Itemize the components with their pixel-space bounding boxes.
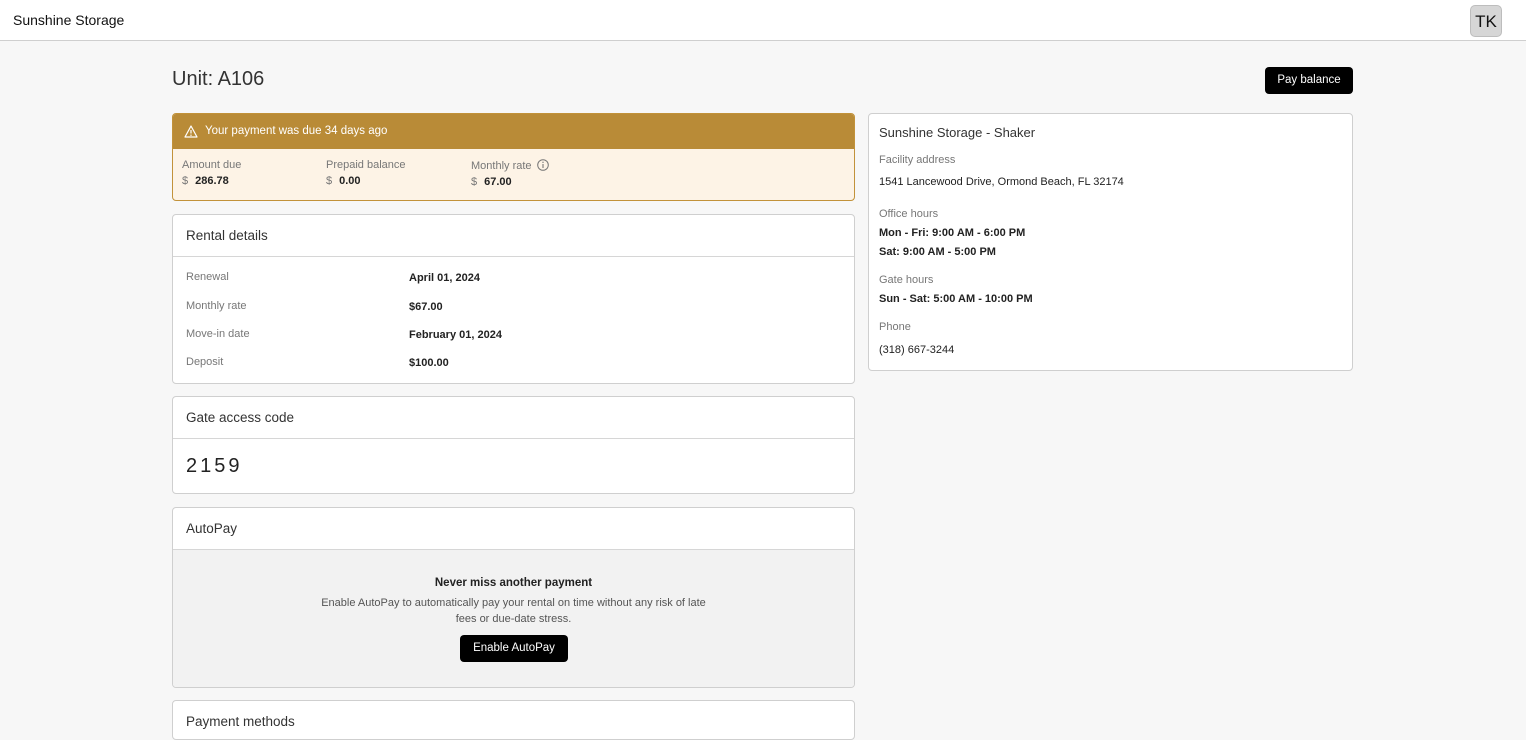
deposit-value: $100.00	[409, 357, 449, 369]
gate-hours-value: Sun - Sat: 5:00 AM - 10:00 PM	[879, 293, 1033, 305]
phone-label: Phone	[879, 321, 911, 333]
amount-due-stat: Amount due $286.78	[182, 159, 241, 187]
warning-icon	[184, 125, 198, 138]
gate-access-code: 2159	[186, 455, 243, 477]
monthly-rate-value: 67.00	[484, 176, 512, 188]
renewal-value: April 01, 2024	[409, 272, 480, 284]
stat-label: Prepaid balance	[326, 159, 406, 171]
gate-hours-label: Gate hours	[879, 274, 934, 286]
user-avatar[interactable]: TK	[1470, 5, 1502, 37]
currency-symbol: $	[326, 175, 333, 187]
prepaid-balance-stat: Prepaid balance $0.00	[326, 159, 406, 187]
facility-name: Sunshine Storage - Shaker	[879, 125, 1036, 140]
card-title: Gate access code	[173, 397, 854, 439]
autopay-body: Never miss another payment Enable AutoPa…	[173, 550, 854, 687]
renewal-label: Renewal	[186, 271, 229, 283]
office-hours-saturday: Sat: 9:00 AM - 5:00 PM	[879, 246, 996, 258]
top-bar: Sunshine Storage TK	[0, 0, 1526, 41]
amount-due-value: 286.78	[195, 175, 229, 187]
office-hours-weekday: Mon - Fri: 9:00 AM - 6:00 PM	[879, 227, 1026, 239]
payment-methods-card: Payment methods	[172, 700, 855, 740]
pay-balance-button[interactable]: Pay balance	[1265, 67, 1353, 94]
move-in-date-label: Move-in date	[186, 328, 250, 340]
enable-autopay-button[interactable]: Enable AutoPay	[460, 635, 568, 662]
payment-overdue-banner: Your payment was due 34 days ago	[173, 114, 854, 149]
page-title: Unit: A106	[172, 68, 265, 90]
card-title: Payment methods	[173, 701, 854, 739]
monthly-rate-stat: Monthly rate $67.00	[471, 159, 549, 188]
card-title: AutoPay	[173, 508, 854, 550]
brand-name[interactable]: Sunshine Storage	[13, 12, 124, 28]
facility-address: 1541 Lancewood Drive, Ormond Beach, FL 3…	[879, 176, 1124, 188]
monthly-rate-value: $67.00	[409, 301, 443, 313]
payment-alert-card: Your payment was due 34 days ago Amount …	[172, 113, 855, 201]
info-icon[interactable]	[536, 159, 549, 171]
stat-label: Amount due	[182, 159, 242, 171]
autopay-description: Enable AutoPay to automatically pay your…	[321, 597, 706, 625]
currency-symbol: $	[471, 176, 478, 188]
prepaid-balance-value: 0.00	[339, 175, 361, 187]
facility-info-card: Sunshine Storage - Shaker Facility addre…	[868, 113, 1353, 371]
monthly-rate-label: Monthly rate	[186, 300, 247, 312]
stat-label: Monthly rate	[471, 160, 532, 172]
alert-message: Your payment was due 34 days ago	[205, 125, 388, 137]
rental-details-card: Rental details Renewal April 01, 2024 Mo…	[172, 214, 855, 384]
autopay-headline: Never miss another payment	[434, 577, 593, 589]
phone-number[interactable]: (318) 667-3244	[879, 344, 954, 356]
currency-symbol: $	[182, 175, 189, 187]
move-in-date-value: February 01, 2024	[409, 329, 502, 341]
autopay-card: AutoPay Never miss another payment Enabl…	[172, 507, 855, 688]
deposit-label: Deposit	[186, 356, 224, 368]
gate-access-card: Gate access code 2159	[172, 396, 855, 494]
card-title: Rental details	[173, 215, 854, 257]
office-hours-label: Office hours	[879, 208, 939, 220]
facility-address-label: Facility address	[879, 154, 956, 166]
